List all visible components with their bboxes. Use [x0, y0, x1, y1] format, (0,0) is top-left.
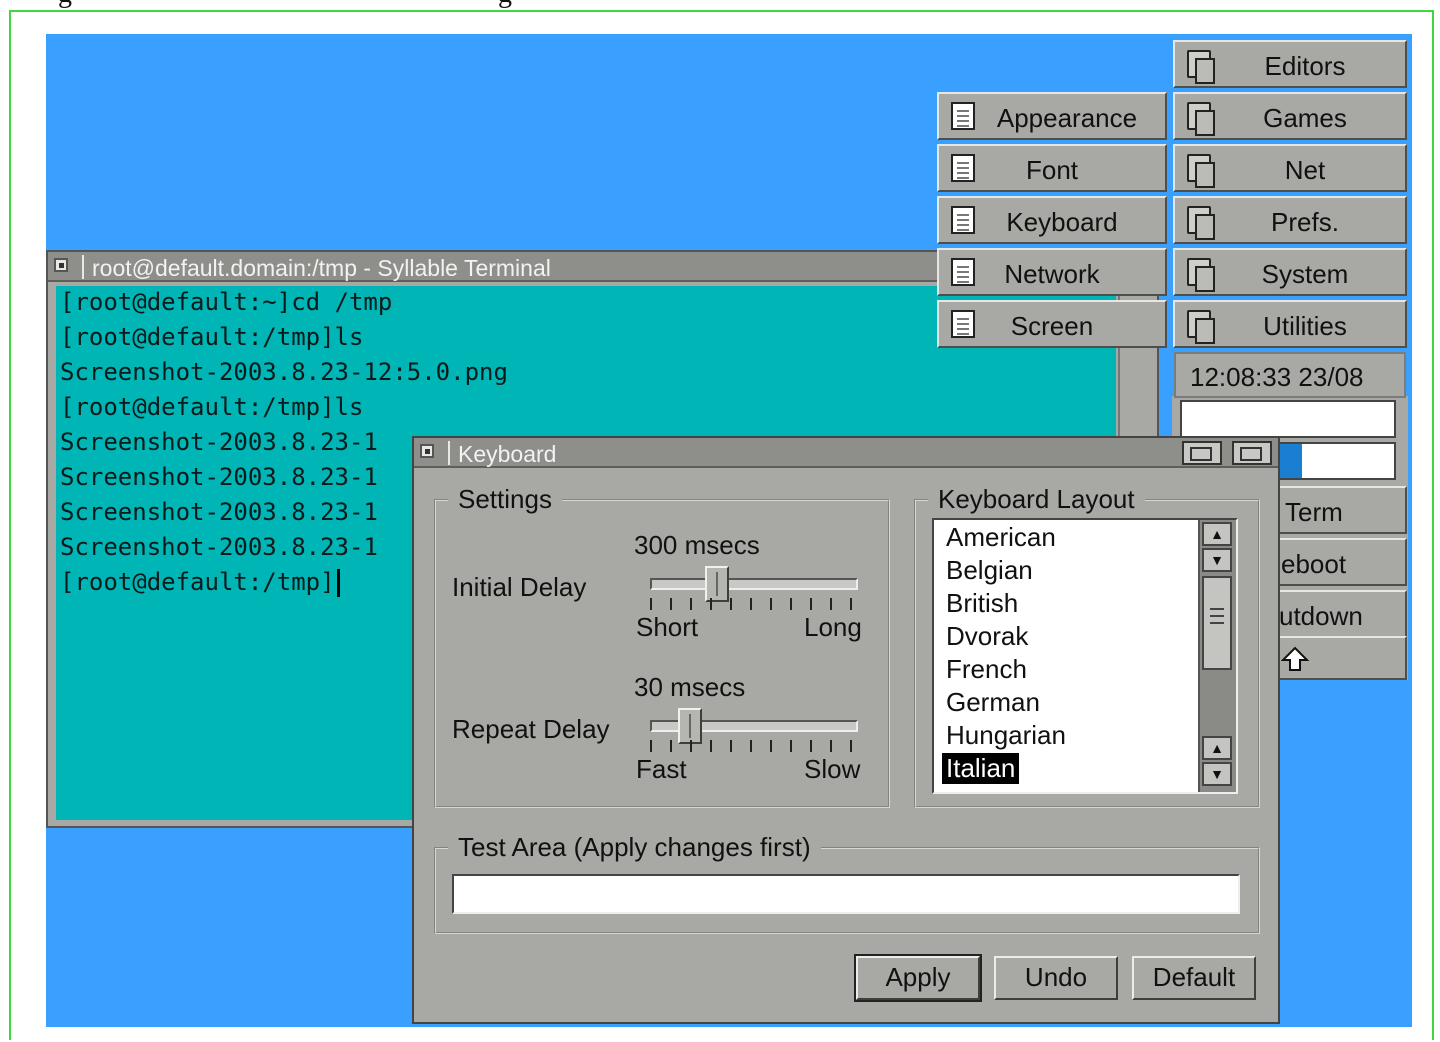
scroll-thumb[interactable]	[1202, 576, 1232, 670]
repeat-delay-value: 30 msecs	[634, 672, 746, 702]
close-icon[interactable]	[420, 444, 434, 458]
scroll-down-arrow-icon[interactable]: ▼	[1202, 762, 1232, 786]
slider-ticks	[650, 598, 858, 610]
menu-item-appearance[interactable]: Appearance	[937, 92, 1167, 140]
initial-delay-label: Initial Delay	[452, 572, 587, 602]
initial-delay-value: 300 msecs	[634, 530, 760, 560]
list-item-selected[interactable]: Italian	[942, 753, 1020, 784]
repeat-delay-max-label: Slow	[804, 754, 861, 784]
terminal-line: [root@default:/tmp]ls	[60, 393, 364, 421]
clock: 12:08:33 23/08	[1174, 352, 1406, 398]
initial-delay-min-label: Short	[636, 612, 699, 642]
initial-delay-max-label: Long	[804, 612, 862, 642]
terminal-line: Screenshot-2003.8.23-1	[60, 428, 378, 456]
slider-ticks	[650, 740, 858, 752]
cropped-top-caption: g g	[0, 0, 1440, 10]
text-cursor	[336, 569, 340, 597]
arrow-up-icon	[1281, 646, 1309, 671]
keyboard-dialog[interactable]: Keyboard Settings 300 msecs Initial Dela…	[412, 436, 1280, 1024]
menu-item-prefs[interactable]: Prefs.	[1173, 196, 1407, 244]
menu-item-keyboard[interactable]: Keyboard	[937, 196, 1167, 244]
terminal-line: Screenshot-2003.8.23-1	[60, 463, 378, 491]
terminal-line: [root@default:/tmp]ls	[60, 323, 364, 351]
repeat-delay-slider[interactable]	[677, 708, 702, 744]
menu-item-utilities[interactable]: Utilities	[1173, 300, 1407, 348]
terminal-line: [root@default:~]cd /tmp	[60, 288, 393, 316]
keyboard-layout-list[interactable]: American Belgian British Dvorak French G…	[932, 518, 1238, 794]
repeat-delay-min-label: Fast	[636, 754, 687, 784]
keyboard-titlebar[interactable]: Keyboard	[414, 438, 1278, 468]
list-item[interactable]: American	[942, 522, 1060, 553]
scroll-up-arrow-icon[interactable]: ▲	[1202, 736, 1232, 760]
list-item[interactable]: Hungarian	[942, 720, 1070, 751]
menu-item-games[interactable]: Games	[1173, 92, 1407, 140]
list-scrollbar[interactable]: ▲ ▼ ▲ ▼	[1198, 520, 1236, 792]
initial-delay-slider[interactable]	[705, 566, 730, 602]
menu-item-screen[interactable]: Screen	[937, 300, 1167, 348]
terminal-line: Screenshot-2003.8.23-1	[60, 498, 378, 526]
menu-item-network[interactable]: Network	[937, 248, 1167, 296]
default-button[interactable]: Default	[1132, 956, 1256, 1000]
list-item[interactable]: Belgian	[942, 555, 1037, 586]
list-item[interactable]: British	[942, 588, 1022, 619]
list-item[interactable]: French	[942, 654, 1031, 685]
dialog-title: Keyboard	[458, 441, 557, 467]
list-item[interactable]: German	[942, 687, 1044, 718]
scroll-up-arrow-icon[interactable]: ▲	[1202, 522, 1232, 546]
repeat-delay-label: Repeat Delay	[452, 714, 610, 744]
terminal-line: Screenshot-2003.8.23-1	[60, 533, 378, 561]
list-item[interactable]: Dvorak	[942, 621, 1032, 652]
terminal-line: Screenshot-2003.8.23-12:5.0.png	[60, 358, 508, 386]
terminal-prompt-line: [root@default:/tmp]	[60, 568, 340, 597]
maximize-icon[interactable]	[1182, 441, 1222, 465]
menu-item-system[interactable]: System	[1173, 248, 1407, 296]
undo-button[interactable]: Undo	[994, 956, 1118, 1000]
window-title: root@default.domain:/tmp - Syllable Term…	[92, 255, 551, 281]
menu-item-font[interactable]: Font	[937, 144, 1167, 192]
initial-delay-track[interactable]	[650, 578, 858, 590]
apply-button[interactable]: Apply	[854, 954, 982, 1002]
menu-item-editors[interactable]: Editors	[1173, 40, 1407, 88]
cpu-meter	[1180, 400, 1396, 438]
scroll-down-arrow-icon[interactable]: ▼	[1202, 548, 1232, 572]
menu-item-net[interactable]: Net	[1173, 144, 1407, 192]
terminal-prompt: [root@default:/tmp]	[60, 568, 335, 596]
test-area-input[interactable]	[452, 874, 1240, 914]
close-icon[interactable]	[54, 258, 68, 272]
depth-icon[interactable]	[1232, 441, 1272, 465]
